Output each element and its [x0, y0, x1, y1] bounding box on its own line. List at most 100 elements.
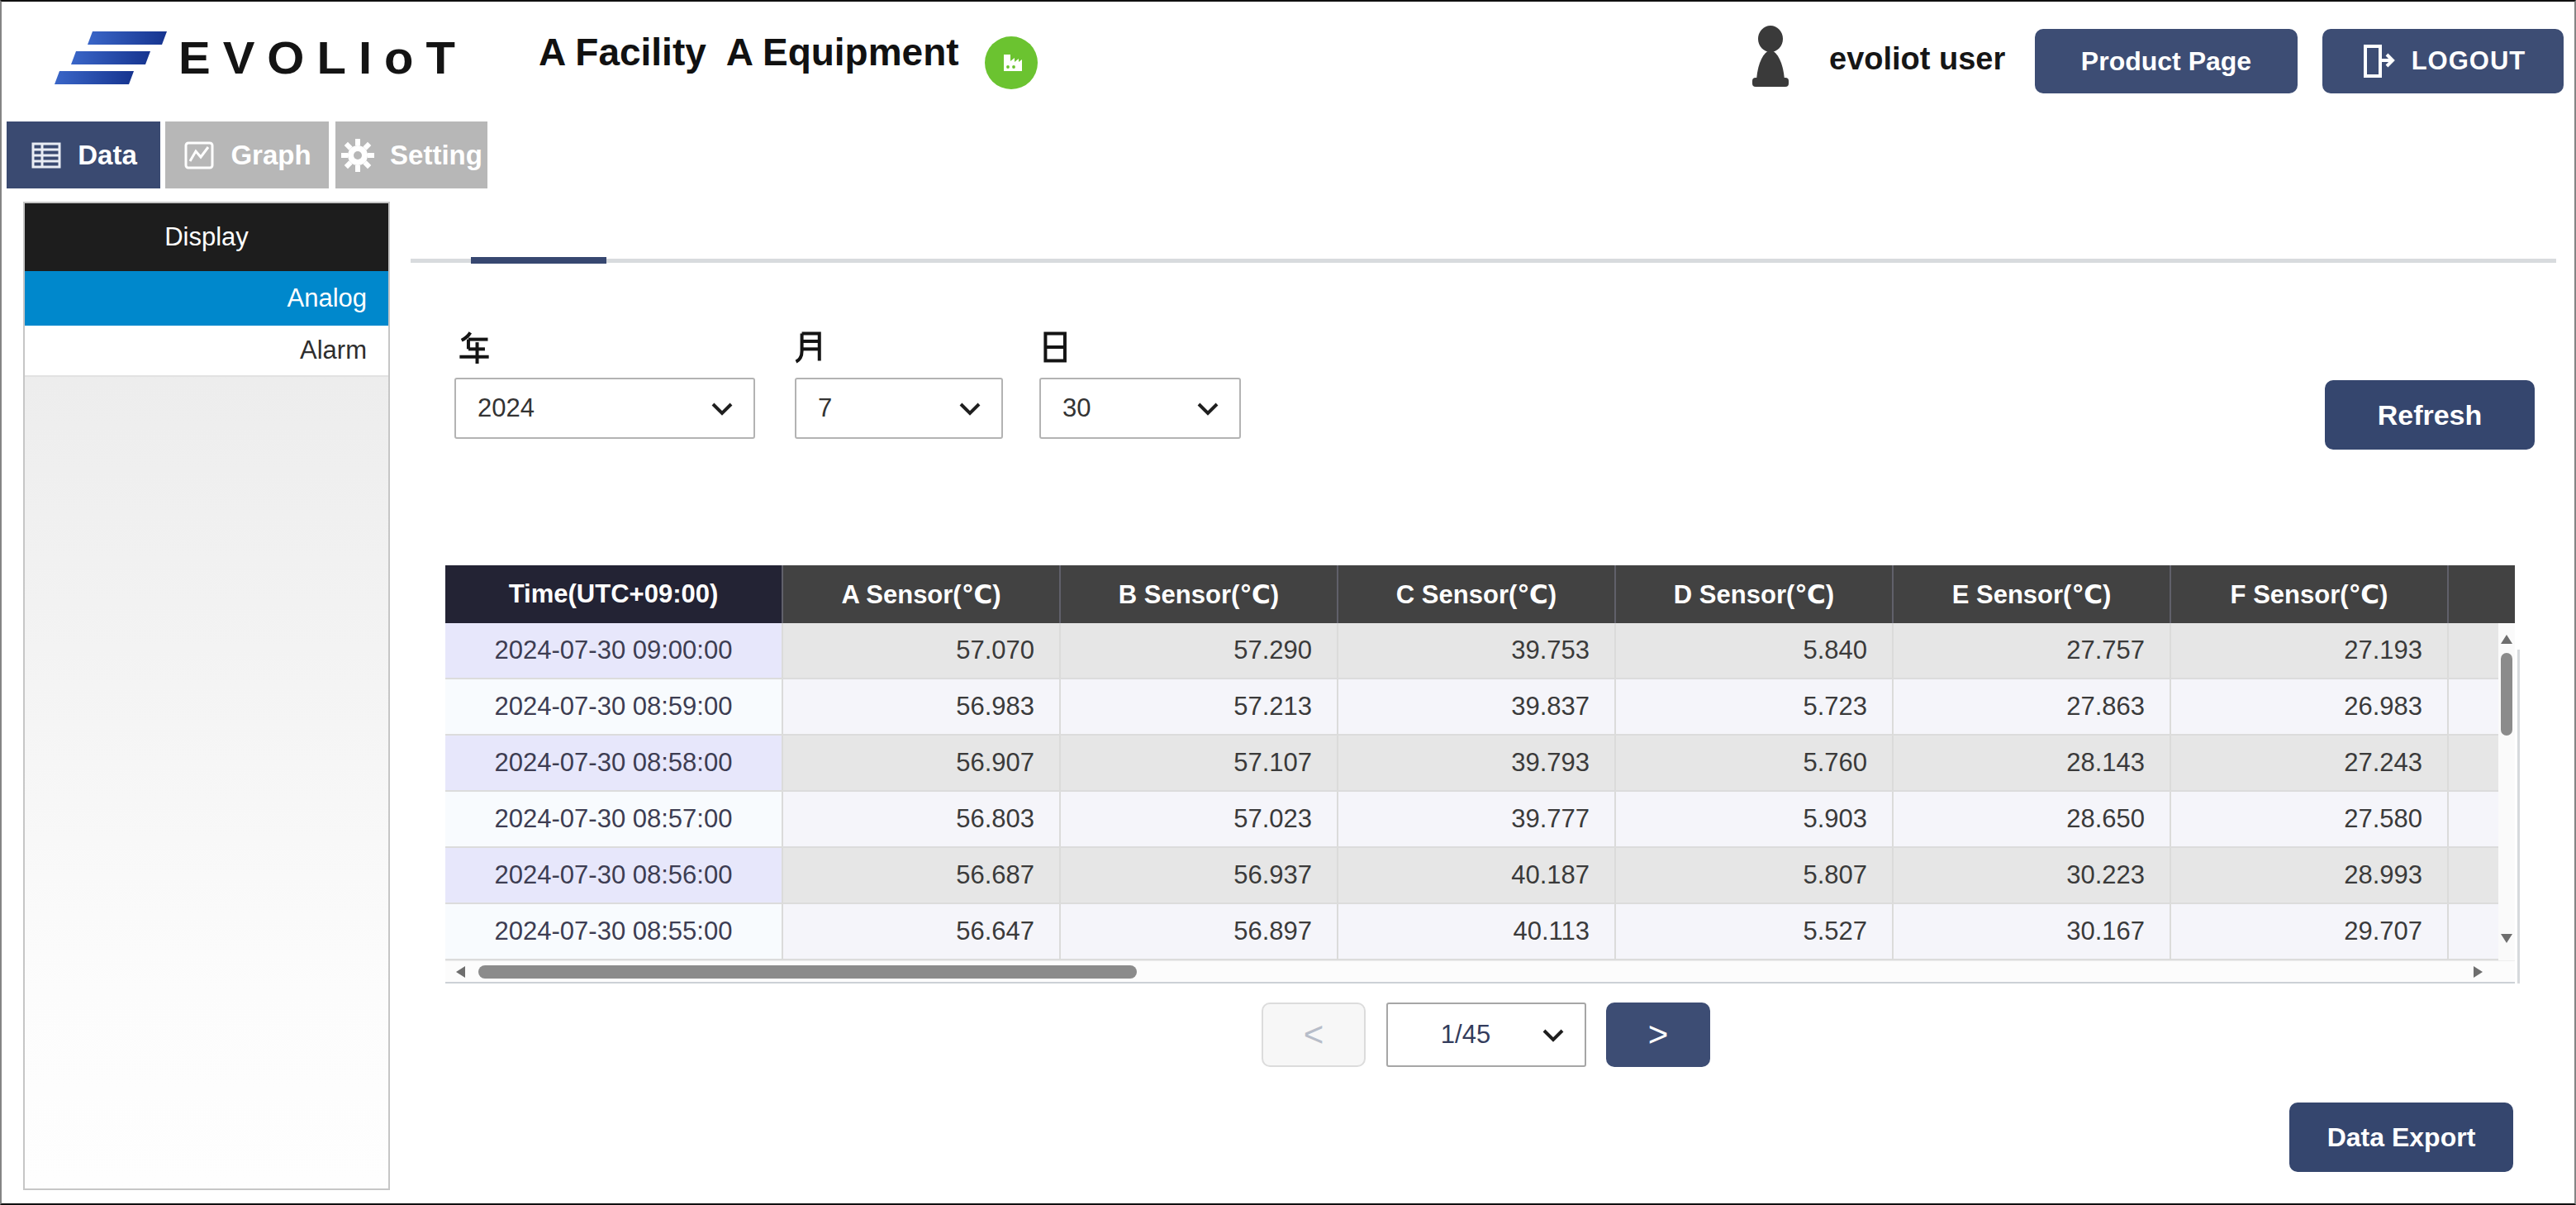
day-select[interactable]: 30: [1039, 378, 1241, 439]
cell-value: 27.757: [1892, 623, 2170, 679]
logout-button[interactable]: LOGOUT: [2322, 29, 2564, 93]
prev-page-label: <: [1304, 1015, 1324, 1055]
cell-value: 56.803: [782, 792, 1059, 848]
facility-status-badge: [985, 36, 1038, 89]
logout-label: LOGOUT: [2412, 46, 2526, 76]
tab-graph-label: Graph: [231, 140, 311, 171]
chevron-down-icon: [958, 402, 981, 416]
table-header-row: Time(UTC+09:00)A Sensor(℃)B Sensor(℃)C S…: [445, 565, 2515, 623]
cell-value: 56.937: [1059, 848, 1337, 904]
prev-page-button[interactable]: <: [1262, 1003, 1366, 1067]
vertical-scrollbar-thumb[interactable]: [2501, 653, 2512, 736]
month-select[interactable]: 7: [795, 378, 1003, 439]
tab-setting-label: Setting: [390, 140, 482, 171]
scroll-up-arrow[interactable]: [2501, 635, 2512, 644]
product-page-button[interactable]: Product Page: [2035, 29, 2298, 93]
chevron-down-icon: [711, 402, 734, 416]
tab-graph[interactable]: Graph: [165, 121, 329, 188]
cell-value: 57.070: [782, 623, 1059, 679]
cell-value: 27.193: [2170, 623, 2447, 679]
content-tabstrip-line: [411, 259, 2556, 263]
cell-time: 2024-07-30 08:55:00: [445, 904, 782, 960]
cell-value: 56.983: [782, 679, 1059, 736]
cell-value: 27.863: [1892, 679, 2170, 736]
cell-value: 39.777: [1337, 792, 1614, 848]
cell-value: 40.113: [1337, 904, 1614, 960]
cell-time: 2024-07-30 08:56:00: [445, 848, 782, 904]
cell-value: [2447, 679, 2498, 736]
cell-value: 5.840: [1614, 623, 1892, 679]
cell-value: 5.903: [1614, 792, 1892, 848]
data-export-label: Data Export: [2327, 1122, 2476, 1153]
tab-data[interactable]: Data: [7, 121, 160, 188]
cell-value: 39.837: [1337, 679, 1614, 736]
data-table: Time(UTC+09:00)A Sensor(℃)B Sensor(℃)C S…: [445, 565, 2515, 984]
table-row: 2024-07-30 08:56:0056.68756.93740.1875.8…: [445, 848, 2498, 904]
cell-value: 28.993: [2170, 848, 2447, 904]
table-row: 2024-07-30 09:00:0057.07057.29039.7535.8…: [445, 623, 2498, 679]
sidebar-header-display: Display: [25, 203, 388, 271]
cell-value: 56.687: [782, 848, 1059, 904]
cell-value: 57.290: [1059, 623, 1337, 679]
refresh-button[interactable]: Refresh: [2325, 380, 2535, 450]
cell-value: [2447, 623, 2498, 679]
data-export-button[interactable]: Data Export: [2289, 1103, 2513, 1172]
cell-value: 27.580: [2170, 792, 2447, 848]
table-icon: [30, 139, 63, 172]
scroll-left-arrow[interactable]: [456, 966, 465, 978]
cell-value: 56.897: [1059, 904, 1337, 960]
factory-icon: [996, 48, 1026, 78]
column-header-sensor: [2447, 565, 2515, 623]
cell-value: 26.983: [2170, 679, 2447, 736]
column-header-sensor: E Sensor(℃): [1892, 565, 2170, 623]
cell-time: 2024-07-30 09:00:00: [445, 623, 782, 679]
cell-time: 2024-07-30 08:58:00: [445, 736, 782, 792]
sidebar-item-alarm[interactable]: Alarm: [25, 326, 388, 377]
column-header-sensor: D Sensor(℃): [1614, 565, 1892, 623]
page-select[interactable]: 1/45: [1386, 1003, 1586, 1067]
scroll-right-arrow[interactable]: [2474, 966, 2483, 978]
page-select-value: 1/45: [1441, 1020, 1490, 1050]
table-right-edge-line: [2517, 650, 2520, 984]
cell-value: 57.023: [1059, 792, 1337, 848]
graph-icon: [183, 139, 216, 172]
day-select-value: 30: [1062, 393, 1091, 423]
tab-setting[interactable]: Setting: [335, 121, 487, 188]
vertical-scrollbar[interactable]: [2498, 623, 2515, 960]
cell-value: 5.760: [1614, 736, 1892, 792]
cell-value: 29.707: [2170, 904, 2447, 960]
year-select-value: 2024: [478, 393, 535, 423]
table-row: 2024-07-30 08:58:0056.90757.10739.7935.7…: [445, 736, 2498, 792]
next-page-button[interactable]: >: [1606, 1003, 1710, 1067]
horizontal-scrollbar-thumb[interactable]: [478, 965, 1137, 979]
month-label-kanji: [793, 331, 826, 364]
column-header-sensor: A Sensor(℃): [782, 565, 1059, 623]
sidebar: Display Analog Alarm: [23, 202, 390, 1190]
table-row: 2024-07-30 08:55:0056.64756.89740.1135.5…: [445, 904, 2498, 960]
cell-value: 5.807: [1614, 848, 1892, 904]
cell-value: 56.907: [782, 736, 1059, 792]
cell-value: 30.223: [1892, 848, 2170, 904]
gear-icon: [340, 138, 375, 173]
cell-value: [2447, 792, 2498, 848]
content-tabstrip-active-indicator: [471, 257, 606, 264]
cell-value: [2447, 904, 2498, 960]
user-name: evoliot user: [1829, 41, 2005, 77]
table-body: 2024-07-30 09:00:0057.07057.29039.7535.8…: [445, 623, 2498, 960]
column-header-time: Time(UTC+09:00): [445, 565, 782, 623]
horizontal-scrollbar[interactable]: [445, 960, 2515, 982]
product-page-label: Product Page: [2081, 46, 2251, 77]
chevron-down-icon: [1196, 402, 1219, 416]
chevron-down-icon: [1542, 1029, 1565, 1042]
logo-wordmark: EVOLIoT: [178, 31, 468, 84]
year-select[interactable]: 2024: [454, 378, 755, 439]
cell-value: 57.107: [1059, 736, 1337, 792]
cell-value: 39.753: [1337, 623, 1614, 679]
scroll-down-arrow[interactable]: [2501, 934, 2512, 943]
column-header-sensor: F Sensor(℃): [2170, 565, 2447, 623]
sidebar-item-analog[interactable]: Analog: [25, 271, 388, 326]
day-label-kanji: [1038, 331, 1071, 364]
cell-time: 2024-07-30 08:59:00: [445, 679, 782, 736]
cell-value: 57.213: [1059, 679, 1337, 736]
cell-value: 5.527: [1614, 904, 1892, 960]
